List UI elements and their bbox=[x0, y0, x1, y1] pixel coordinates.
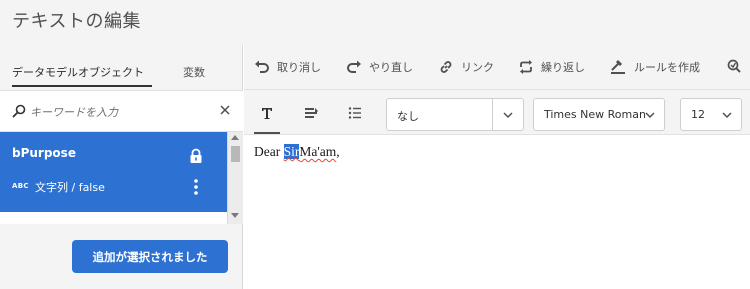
list-item[interactable]: bPurpose ABC 文字列 / false bbox=[0, 132, 227, 212]
object-list: bPurpose ABC 文字列 / false bbox=[0, 132, 243, 224]
undo-icon bbox=[255, 60, 269, 73]
editor-content[interactable]: Dear SirMa'am, bbox=[254, 144, 340, 160]
chevron-down-icon bbox=[503, 112, 513, 119]
scroll-thumb[interactable] bbox=[231, 146, 240, 162]
repeat-button[interactable]: 繰り返し bbox=[518, 57, 585, 77]
font-family-dropdown[interactable]: Times New Roman bbox=[533, 98, 665, 131]
misspelled-text: Ma'am bbox=[299, 144, 337, 159]
font-family-value: Times New Roman bbox=[544, 108, 646, 121]
list-scrollbar[interactable] bbox=[227, 132, 243, 224]
repeat-label: 繰り返し bbox=[541, 61, 585, 74]
add-selected-button[interactable]: 追加が選択されました bbox=[72, 240, 228, 273]
tab-data-model-objects[interactable]: データモデルオブジェクト bbox=[12, 64, 144, 80]
item-type: 文字列 / false bbox=[35, 181, 105, 194]
active-format-indicator bbox=[254, 132, 280, 134]
rich-text-editor[interactable]: Dear SirMa'am, bbox=[244, 135, 750, 289]
text-before: Dear bbox=[254, 144, 284, 159]
selected-text: Sir bbox=[283, 144, 300, 159]
tab-variables[interactable]: 変数 bbox=[183, 64, 205, 80]
redo-icon bbox=[347, 60, 361, 73]
font-size-value: 12 bbox=[691, 108, 705, 121]
title-bar: テキストの編集 bbox=[0, 0, 750, 45]
text-after: , bbox=[336, 144, 340, 159]
font-size-dropdown[interactable]: 12 bbox=[680, 98, 742, 131]
paragraph-style-dropdown[interactable]: なし bbox=[386, 98, 524, 131]
search-input[interactable] bbox=[30, 100, 210, 124]
search-replace-icon bbox=[727, 59, 741, 73]
format-bar: なし Times New Roman 12 bbox=[244, 90, 750, 135]
scroll-down-arrow[interactable] bbox=[231, 213, 239, 218]
create-rule-label: ルールを作成 bbox=[634, 61, 700, 74]
string-type-icon: ABC bbox=[12, 182, 29, 190]
bulleted-list-icon[interactable] bbox=[346, 104, 364, 122]
search-replace-button[interactable] bbox=[726, 57, 750, 77]
left-panel: データモデルオブジェクト 変数 bPurpose ABC 文字列 / false bbox=[0, 45, 243, 289]
link-icon bbox=[440, 61, 452, 73]
link-label: リンク bbox=[461, 61, 494, 74]
active-tab-indicator bbox=[12, 85, 152, 87]
redo-button[interactable]: やり直し bbox=[346, 57, 413, 77]
chevron-down-icon bbox=[722, 112, 732, 119]
item-name: bPurpose bbox=[12, 146, 76, 160]
scroll-up-arrow[interactable] bbox=[231, 135, 239, 140]
lock-icon bbox=[190, 148, 202, 163]
text-format-icon[interactable] bbox=[258, 104, 276, 122]
editor-toolbar: 取り消し やり直し リンク 繰り返し ルールを作成 bbox=[244, 45, 750, 90]
dialog-title: テキストの編集 bbox=[12, 11, 141, 32]
redo-label: やり直し bbox=[369, 61, 413, 74]
search-icon bbox=[12, 104, 26, 118]
undo-button[interactable]: 取り消し bbox=[254, 57, 321, 77]
link-button[interactable]: リンク bbox=[438, 57, 494, 77]
search-bar bbox=[0, 90, 243, 132]
gavel-icon bbox=[611, 59, 625, 74]
paragraph-align-icon[interactable] bbox=[302, 104, 320, 122]
create-rule-button[interactable]: ルールを作成 bbox=[610, 57, 700, 77]
close-icon[interactable] bbox=[218, 103, 232, 117]
panel-tabs: データモデルオブジェクト 変数 bbox=[0, 45, 243, 90]
chevron-down-icon bbox=[645, 112, 655, 119]
undo-label: 取り消し bbox=[277, 61, 321, 74]
dropdown-divider bbox=[492, 99, 493, 130]
paragraph-style-value: なし bbox=[397, 110, 419, 123]
repeat-icon bbox=[520, 60, 532, 74]
more-options-icon[interactable] bbox=[190, 178, 202, 196]
